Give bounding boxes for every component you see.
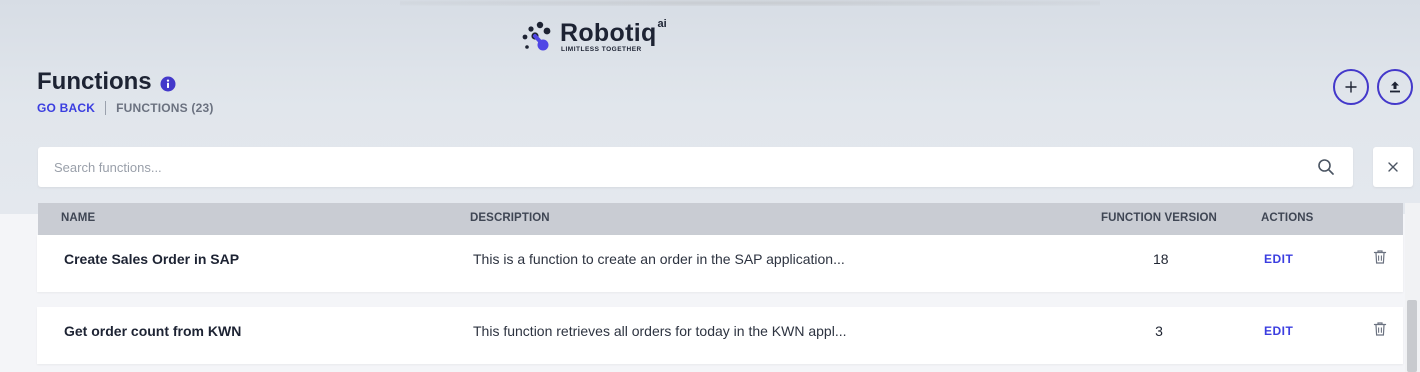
logo-wordmark: Robotiq (560, 19, 657, 47)
breadcrumb-current: FUNCTIONS (23) (116, 101, 214, 115)
clear-search-button[interactable] (1373, 147, 1413, 187)
robotiq-logo-icon (522, 21, 551, 51)
upload-icon (1390, 81, 1400, 93)
trash-icon[interactable] (1373, 321, 1387, 337)
info-circle-icon[interactable] (160, 76, 176, 92)
function-name: Get order count from KWN (64, 323, 242, 339)
table-header: NAME DESCRIPTION FUNCTION VERSION ACTION… (38, 203, 1403, 235)
table-row[interactable]: Create Sales Order in SAP This is a func… (37, 235, 1403, 292)
function-description: This is a function to create an order in… (473, 251, 845, 267)
go-back-link[interactable]: GO BACK (37, 101, 95, 115)
scrollbar-thumb[interactable] (1407, 300, 1417, 372)
function-description: This function retrieves all orders for t… (473, 323, 847, 339)
function-name: Create Sales Order in SAP (64, 251, 240, 267)
table-row[interactable]: Get order count from KWN This function r… (37, 307, 1403, 364)
column-header-name[interactable]: NAME (61, 212, 95, 224)
breadcrumb: GO BACK FUNCTIONS (23) (37, 101, 214, 115)
plus-icon (1345, 81, 1357, 93)
logo-text-group: Robotiqai LIMITLESS TOGETHER (560, 18, 667, 53)
add-function-button[interactable] (1333, 69, 1369, 105)
logo-ai-superscript: ai (657, 18, 667, 30)
upload-function-button[interactable] (1377, 69, 1413, 105)
search-icon[interactable] (1317, 158, 1335, 176)
header-shadow (400, 0, 1100, 6)
column-header-function-version[interactable]: FUNCTION VERSION (1101, 212, 1217, 224)
function-version: 18 (1153, 251, 1169, 267)
function-version: 3 (1155, 323, 1163, 339)
page-title: Functions (37, 68, 152, 95)
edit-button[interactable]: EDIT (1264, 252, 1293, 266)
column-header-actions: ACTIONS (1261, 212, 1314, 224)
breadcrumb-divider (105, 101, 107, 115)
trash-icon[interactable] (1373, 249, 1387, 265)
search-input[interactable] (38, 147, 1308, 187)
brand-logo: Robotiqai LIMITLESS TOGETHER (520, 18, 667, 58)
logo-tagline: LIMITLESS TOGETHER (561, 46, 642, 53)
edit-button[interactable]: EDIT (1264, 324, 1293, 338)
search-bar (38, 147, 1353, 187)
close-icon (1388, 162, 1398, 172)
column-header-description[interactable]: DESCRIPTION (470, 212, 550, 224)
